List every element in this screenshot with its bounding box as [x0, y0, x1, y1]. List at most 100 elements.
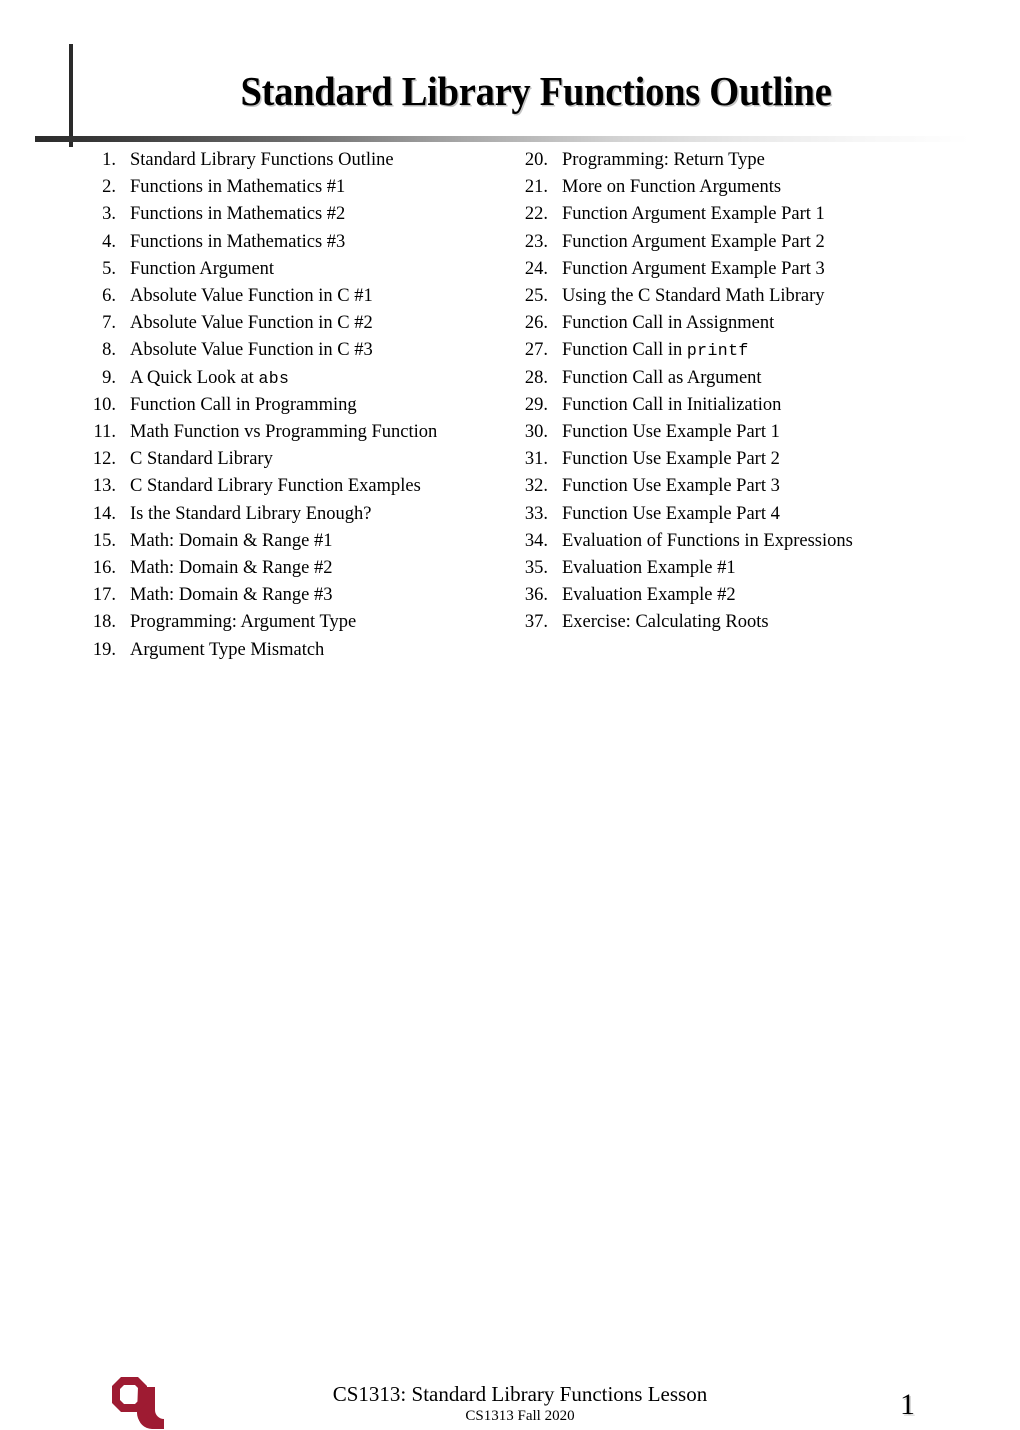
outline-item-label: C Standard Library	[130, 449, 273, 470]
outline-item[interactable]: 26. Function Call in Assignment	[510, 310, 960, 337]
outline-item[interactable]: 21. More on Function Arguments	[510, 174, 960, 201]
outline-item-label: Function Use Example Part 3	[562, 476, 780, 497]
outline-item-label: Using the C Standard Math Library	[562, 286, 825, 307]
outline-item-number: 32.	[524, 476, 548, 497]
outline-item-number: 23.	[524, 231, 548, 252]
outline-item-label: Functions in Mathematics #3	[130, 231, 346, 252]
outline-item-number: 19.	[92, 639, 116, 660]
outline-body: 1. Standard Library Functions Outline 2. Fu…	[0, 147, 1020, 687]
outline-item[interactable]: 32. Function Use Example Part 3	[510, 473, 960, 500]
outline-item[interactable]: 25. Using the C Standard Math Library	[510, 283, 960, 310]
outline-item-label: Evaluation Example #2	[562, 585, 736, 606]
slide-footer: CS1313: Standard Library Functions Lesso…	[0, 685, 1020, 1429]
outline-item-label: Function Argument Example Part 2	[562, 231, 825, 252]
outline-item-number: 4.	[102, 231, 116, 252]
outline-item-number: 26.	[524, 313, 548, 334]
outline-item-label: Math: Domain & Range #2	[130, 558, 333, 579]
outline-item-label: Functions in Mathematics #2	[130, 204, 346, 225]
outline-item-label: Function Use Example Part 4	[562, 503, 780, 524]
outline-item[interactable]: 31. Function Use Example Part 2	[510, 446, 960, 473]
outline-item-label: Evaluation of Functions in Expressions	[562, 530, 853, 551]
outline-item-label: Function Argument	[130, 258, 275, 279]
outline-item[interactable]: 11. Math Function vs Programming Function	[78, 419, 503, 446]
outline-item-label: Programming: Return Type	[562, 150, 765, 170]
outline-item[interactable]: 35. Evaluation Example #1	[510, 555, 960, 582]
outline-item[interactable]: 1. Standard Library Functions Outline	[78, 147, 503, 174]
outline-item-label: Argument Type Mismatch	[130, 639, 325, 660]
outline-item[interactable]: 20. Programming: Return Type	[510, 147, 960, 174]
outline-item[interactable]: 19. Argument Type Mismatch	[78, 637, 503, 664]
outline-item-label: Function Call in Programming	[130, 394, 357, 415]
outline-item-number: 14.	[92, 503, 116, 524]
outline-item[interactable]: 33. Function Use Example Part 4	[510, 501, 960, 528]
outline-item[interactable]: 16. Math: Domain & Range #2	[78, 555, 503, 582]
outline-item-label: C Standard Library Function Examples	[130, 476, 421, 497]
outline-item-number: 2.	[102, 177, 116, 198]
outline-item-code-literal: printf	[686, 341, 749, 361]
outline-item[interactable]: 8. Absolute Value Function in C #3	[78, 337, 503, 364]
outline-item-label: Function Call as Argument	[562, 367, 762, 388]
outline-item-number: 5.	[102, 258, 116, 279]
outline-item-number: 24.	[524, 258, 548, 279]
outline-item[interactable]: 17. Math: Domain & Range #3	[78, 582, 503, 609]
outline-item[interactable]: 10. Function Call in Programming	[78, 392, 503, 419]
outline-item[interactable]: 12. C Standard Library	[78, 446, 503, 473]
outline-item-label: Function Argument Example Part 3	[562, 258, 825, 279]
outline-item[interactable]: 36. Evaluation Example #2	[510, 582, 960, 609]
outline-item[interactable]: 23. Function Argument Example Part 2	[510, 229, 960, 256]
outline-item-label: Programming: Argument Type	[130, 612, 357, 633]
outline-item[interactable]: 37. Exercise: Calculating Roots	[510, 609, 960, 636]
outline-item-number: 11.	[93, 422, 116, 443]
outline-item[interactable]: 7. Absolute Value Function in C #2	[78, 310, 503, 337]
outline-item[interactable]: 28. Function Call as Argument	[510, 365, 960, 392]
outline-item-number: 20.	[524, 150, 548, 170]
outline-item-label: Math: Domain & Range #1	[130, 530, 333, 551]
outline-item-label: Function Use Example Part 2	[562, 449, 780, 470]
outline-item-label: Absolute Value Function in C #2	[130, 313, 373, 334]
outline-item[interactable]: 30. Function Use Example Part 1	[510, 419, 960, 446]
outline-item-label: Absolute Value Function in C #3	[130, 340, 373, 361]
outline-item[interactable]: 24. Function Argument Example Part 3	[510, 256, 960, 283]
outline-item[interactable]: 29. Function Call in Initialization	[510, 392, 960, 419]
outline-item-number: 29.	[524, 394, 548, 415]
footer-lesson-title: CS1313: Standard Library Functions Lesso…	[332, 1382, 708, 1406]
outline-item-number: 10.	[92, 394, 116, 415]
outline-item-label: Is the Standard Library Enough?	[130, 503, 372, 524]
outline-column-left: 1. Standard Library Functions Outline 2. Fu…	[78, 147, 503, 664]
outline-item-number: 16.	[92, 558, 116, 579]
outline-item-number: 7.	[102, 313, 116, 334]
ou-logo-icon	[112, 1377, 164, 1429]
page-number: 1	[900, 1388, 915, 1421]
outline-item-label: A Quick Look at abs	[130, 367, 290, 388]
outline-item-label: Functions in Mathematics #1	[130, 177, 346, 198]
outline-item-label: Absolute Value Function in C #1	[130, 286, 373, 307]
outline-item-number: 12.	[92, 449, 116, 470]
outline-item[interactable]: 14. Is the Standard Library Enough?	[78, 501, 503, 528]
header-vertical-rule	[69, 44, 73, 147]
outline-item-label: Function Use Example Part 1	[562, 422, 780, 443]
outline-item-number: 17.	[92, 585, 116, 606]
outline-item[interactable]: 3. Functions in Mathematics #2	[78, 201, 503, 228]
outline-item-number: 31.	[524, 449, 548, 470]
outline-item-number: 30.	[524, 422, 548, 443]
outline-item-number: 33.	[524, 503, 548, 524]
outline-item[interactable]: 22. Function Argument Example Part 1	[510, 201, 960, 228]
footer-text-block: CS1313: Standard Library Functions Lesso…	[200, 1382, 840, 1426]
outline-item[interactable]: 13. C Standard Library Function Examples	[78, 473, 503, 500]
outline-item[interactable]: 5. Function Argument	[78, 256, 503, 283]
outline-item-label: Standard Library Functions Outline	[130, 150, 394, 170]
outline-item-label: More on Function Arguments	[562, 177, 782, 198]
outline-item[interactable]: 18. Programming: Argument Type	[78, 609, 503, 636]
outline-item-number: 37.	[524, 612, 548, 633]
outline-item[interactable]: 6. Absolute Value Function in C #1	[78, 283, 503, 310]
outline-item[interactable]: 27. Function Call in printf	[510, 337, 960, 364]
outline-item[interactable]: 9. A Quick Look at abs	[78, 365, 503, 392]
page-title: Standard Library Functions Outline	[240, 68, 832, 114]
outline-item[interactable]: 2. Functions in Mathematics #1	[78, 174, 503, 201]
outline-item[interactable]: 4. Functions in Mathematics #3	[78, 229, 503, 256]
outline-item[interactable]: 34. Evaluation of Functions in Expression…	[510, 528, 960, 555]
outline-item[interactable]: 15. Math: Domain & Range #1	[78, 528, 503, 555]
header-horizontal-rule	[35, 136, 970, 142]
outline-item-number: 6.	[102, 286, 116, 307]
outline-item-label: Function Call in Initialization	[562, 394, 782, 415]
